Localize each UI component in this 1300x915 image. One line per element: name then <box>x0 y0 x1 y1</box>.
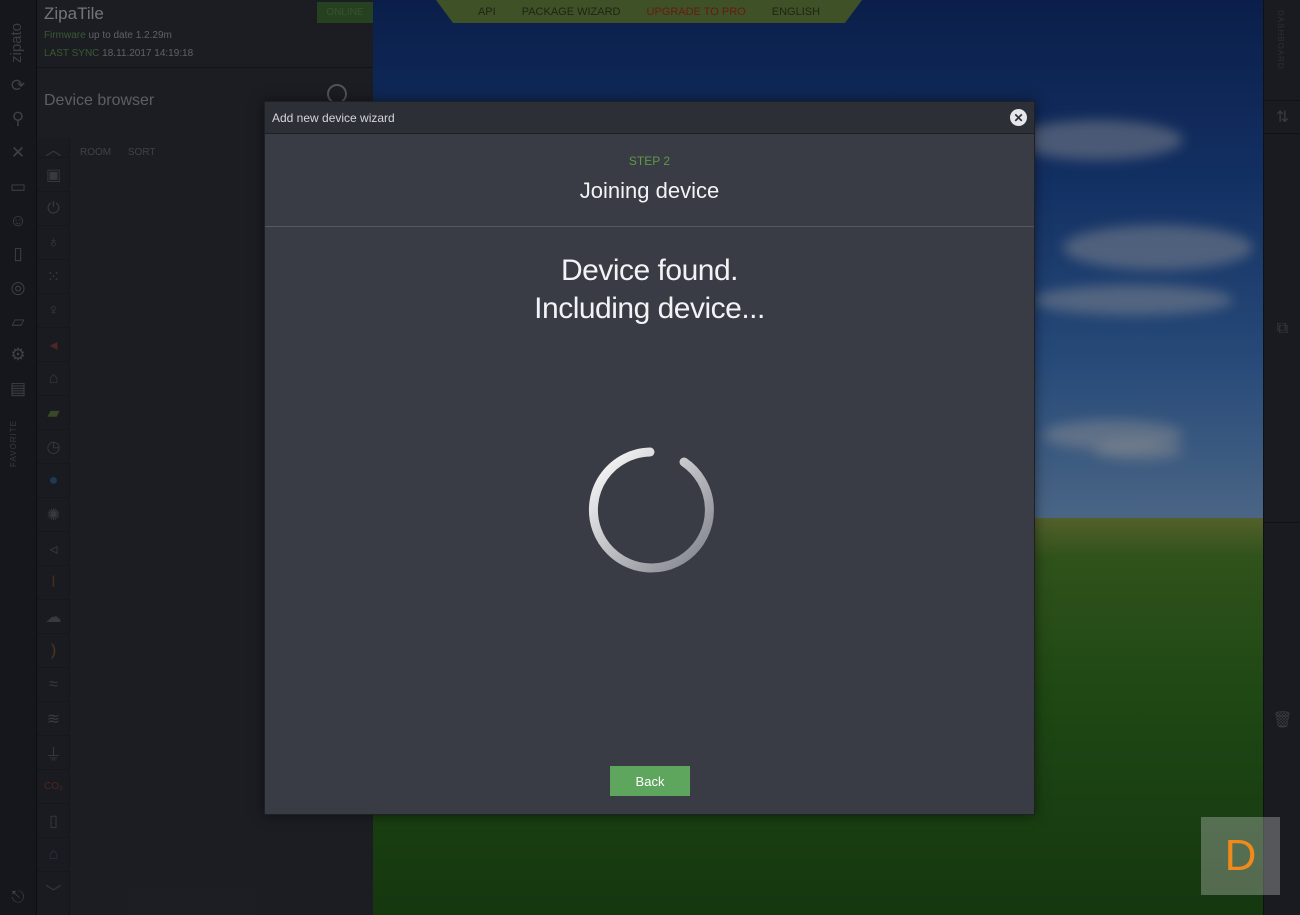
modal-header: Add new device wizard ✕ <box>265 102 1034 134</box>
corner-logo-tile[interactable]: D <box>1201 817 1280 895</box>
step-title: Joining device <box>579 178 720 203</box>
status-message: Device found. Including device... <box>265 252 1034 328</box>
modal-divider <box>265 226 1034 227</box>
close-icon[interactable]: ✕ <box>1010 109 1027 126</box>
modal-title: Add new device wizard <box>272 111 395 125</box>
back-button[interactable]: Back <box>610 766 690 796</box>
status-line-1: Device found. <box>561 254 738 287</box>
loading-spinner-icon <box>588 447 714 573</box>
add-device-wizard-modal: Add new device wizard ✕ STEP 2 Joining d… <box>264 101 1035 815</box>
status-line-2: Including device... <box>534 292 765 325</box>
step-label: STEP 2 <box>628 154 671 168</box>
